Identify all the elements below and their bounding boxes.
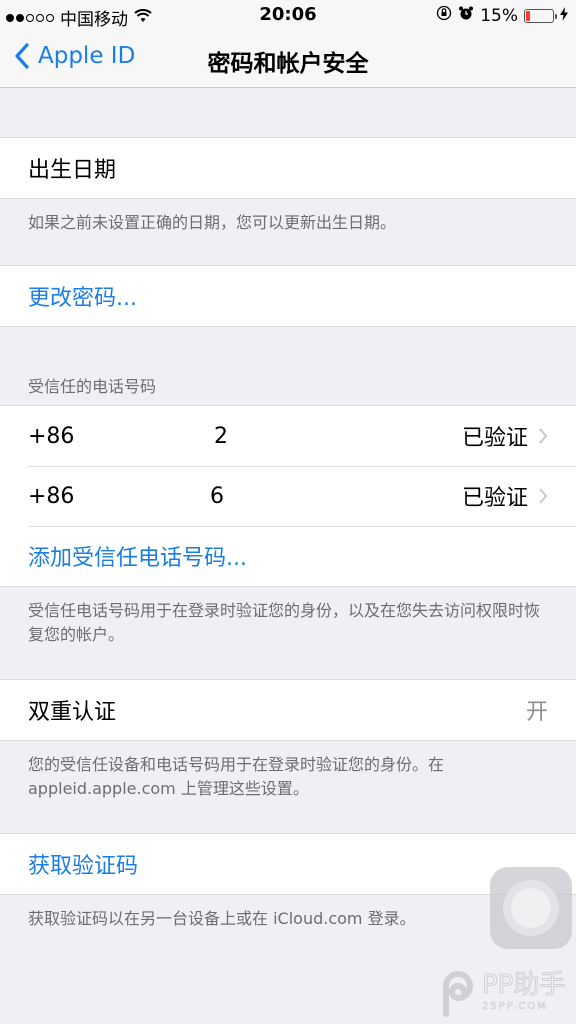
navigation-bar: Apple ID 密码和帐户安全 (0, 30, 576, 88)
watermark-site: 25PP.COM (482, 1001, 548, 1012)
status-bar: 中国移动 20:06 15% (0, 0, 576, 30)
phone-country-code: +86 (28, 423, 75, 449)
settings-list: 出生日期 如果之前未设置正确的日期，您可以更新出生日期。 更改密码... 受信任… (0, 89, 576, 931)
trusted-phone-row[interactable]: +86 6 已验证 (0, 466, 576, 526)
watermark-brand: PP助手 (481, 970, 566, 1000)
phone-country-code: +86 (28, 483, 75, 509)
orientation-lock-icon (436, 5, 452, 26)
birthday-cell[interactable]: 出生日期 (0, 138, 576, 198)
status-right: 15% (436, 5, 568, 26)
two-factor-cell[interactable]: 双重认证 开 (0, 680, 576, 740)
phone-number: 6 (210, 483, 224, 509)
watermark: PP助手 25PP.COM (440, 966, 566, 1018)
change-password-label: 更改密码... (28, 286, 137, 311)
two-factor-label: 双重认证 (28, 700, 117, 725)
add-trusted-phone-button[interactable]: 添加受信任电话号码... (0, 526, 576, 586)
two-factor-group: 双重认证 开 (0, 679, 576, 741)
phone-status: 已验证 (461, 486, 528, 511)
battery-icon (524, 8, 557, 23)
chevron-right-icon (539, 428, 548, 444)
birthday-group: 出生日期 (0, 137, 576, 199)
trusted-phone-row[interactable]: +86 2 已验证 (0, 406, 576, 466)
charging-icon (560, 6, 568, 26)
trusted-phones-group: +86 2 已验证 +86 6 已验证 添加受信任电话号码... (0, 405, 576, 587)
change-password-button[interactable]: 更改密码... (0, 266, 576, 326)
alarm-icon (458, 5, 474, 26)
battery-percent: 15% (480, 5, 518, 26)
phone-number: 2 (214, 423, 228, 449)
trusted-phones-header: 受信任的电话号码 (28, 377, 157, 396)
get-verification-code-label: 获取验证码 (28, 854, 139, 879)
pp-logo-icon (443, 971, 473, 1017)
two-factor-footer: 您的受信任设备和电话号码用于在登录时验证您的身份。在 appleid.apple… (28, 755, 445, 798)
birthday-footer: 如果之前未设置正确的日期，您可以更新出生日期。 (28, 213, 397, 232)
password-group: 更改密码... (0, 265, 576, 327)
assistive-touch-button[interactable] (490, 867, 572, 949)
page-title: 密码和帐户安全 (207, 51, 369, 77)
chevron-right-icon (539, 488, 548, 504)
two-factor-value: 开 (525, 700, 548, 725)
phone-status: 已验证 (461, 426, 528, 451)
trusted-phones-footer: 受信任电话号码用于在登录时验证您的身份，以及在您失去访问权限时恢复您的帐户。 (28, 601, 541, 644)
battery-level (526, 10, 530, 21)
birthday-label: 出生日期 (28, 158, 117, 183)
add-trusted-phone-label: 添加受信任电话号码... (28, 546, 247, 571)
